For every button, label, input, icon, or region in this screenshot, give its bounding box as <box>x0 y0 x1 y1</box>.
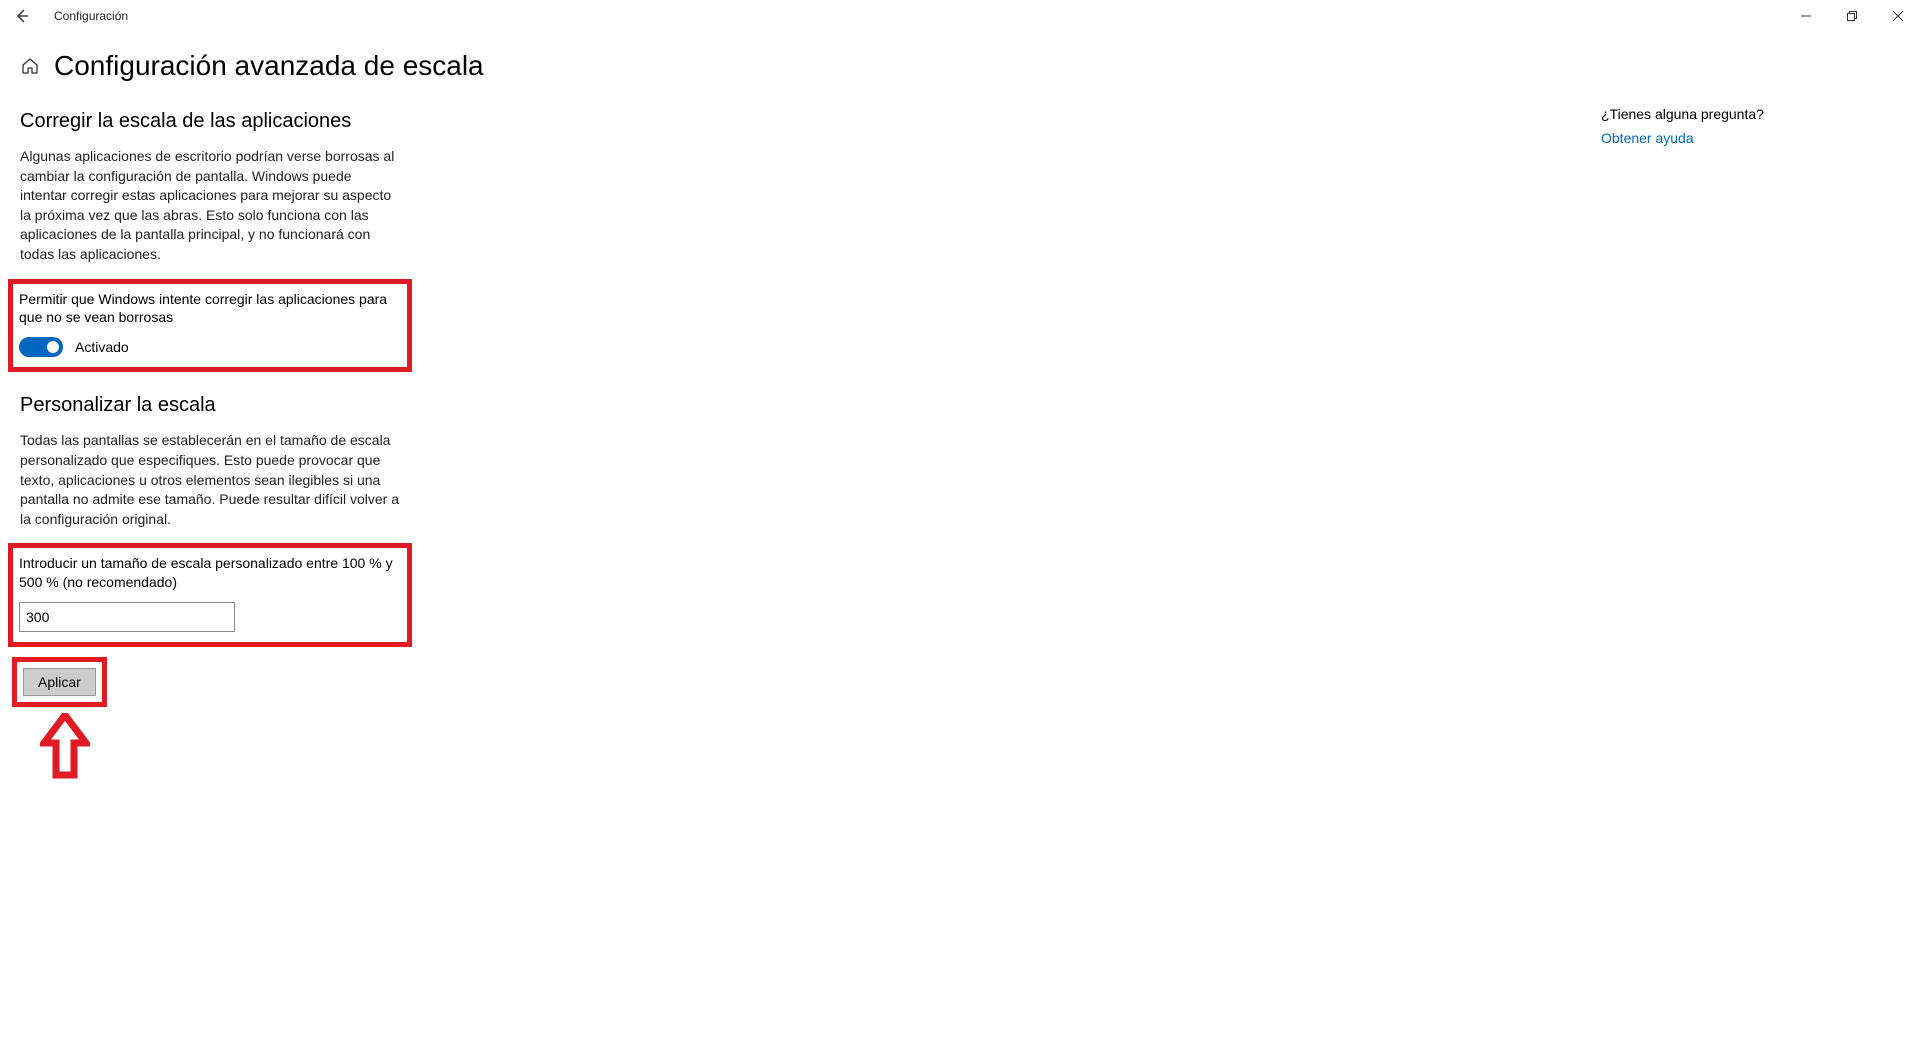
titlebar-left: Configuración <box>6 0 128 32</box>
right-column: ¿Tienes alguna pregunta? Obtener ayuda <box>1601 100 1901 788</box>
home-icon-svg <box>21 57 39 75</box>
back-button[interactable] <box>6 0 38 32</box>
page-title: Configuración avanzada de escala <box>54 50 484 82</box>
minimize-button[interactable] <box>1783 0 1829 32</box>
toggle-knob <box>47 341 59 353</box>
close-button[interactable] <box>1875 0 1921 32</box>
app-title: Configuración <box>54 9 128 23</box>
main-area: Corregir la escala de las aplicaciones A… <box>0 92 1921 788</box>
left-column: Corregir la escala de las aplicaciones A… <box>20 100 400 788</box>
fix-scaling-toggle-label: Permitir que Windows intente corregir la… <box>19 290 401 328</box>
titlebar: Configuración <box>0 0 1921 32</box>
highlight-apply-box: Aplicar <box>12 657 107 707</box>
section-fix-scaling-heading: Corregir la escala de las aplicaciones <box>20 110 400 133</box>
home-icon[interactable] <box>20 56 40 76</box>
close-icon <box>1893 11 1903 21</box>
highlight-input-box: Introducir un tamaño de escala personali… <box>8 543 412 647</box>
custom-scale-input[interactable] <box>19 602 235 632</box>
minimize-icon <box>1801 11 1811 21</box>
window-controls <box>1783 0 1921 32</box>
section-fix-scaling-body: Algunas aplicaciones de escritorio podrí… <box>20 147 400 265</box>
maximize-button[interactable] <box>1829 0 1875 32</box>
fix-scaling-toggle-row: Activado <box>19 337 401 357</box>
section-custom-scaling-heading: Personalizar la escala <box>20 394 400 417</box>
fix-scaling-toggle[interactable] <box>19 337 63 357</box>
annotation-arrow-up-icon <box>40 713 400 788</box>
fix-scaling-toggle-status: Activado <box>75 339 129 355</box>
help-heading: ¿Tienes alguna pregunta? <box>1601 106 1861 122</box>
arrow-left-icon <box>14 8 30 24</box>
help-link[interactable]: Obtener ayuda <box>1601 130 1694 146</box>
apply-button[interactable]: Aplicar <box>23 668 96 696</box>
highlight-toggle-box: Permitir que Windows intente corregir la… <box>8 279 412 373</box>
section-custom-scaling-body: Todas las pantallas se establecerán en e… <box>20 431 400 529</box>
page-header: Configuración avanzada de escala <box>0 32 1921 92</box>
maximize-icon <box>1847 11 1857 21</box>
custom-scale-input-label: Introducir un tamaño de escala personali… <box>19 554 401 592</box>
